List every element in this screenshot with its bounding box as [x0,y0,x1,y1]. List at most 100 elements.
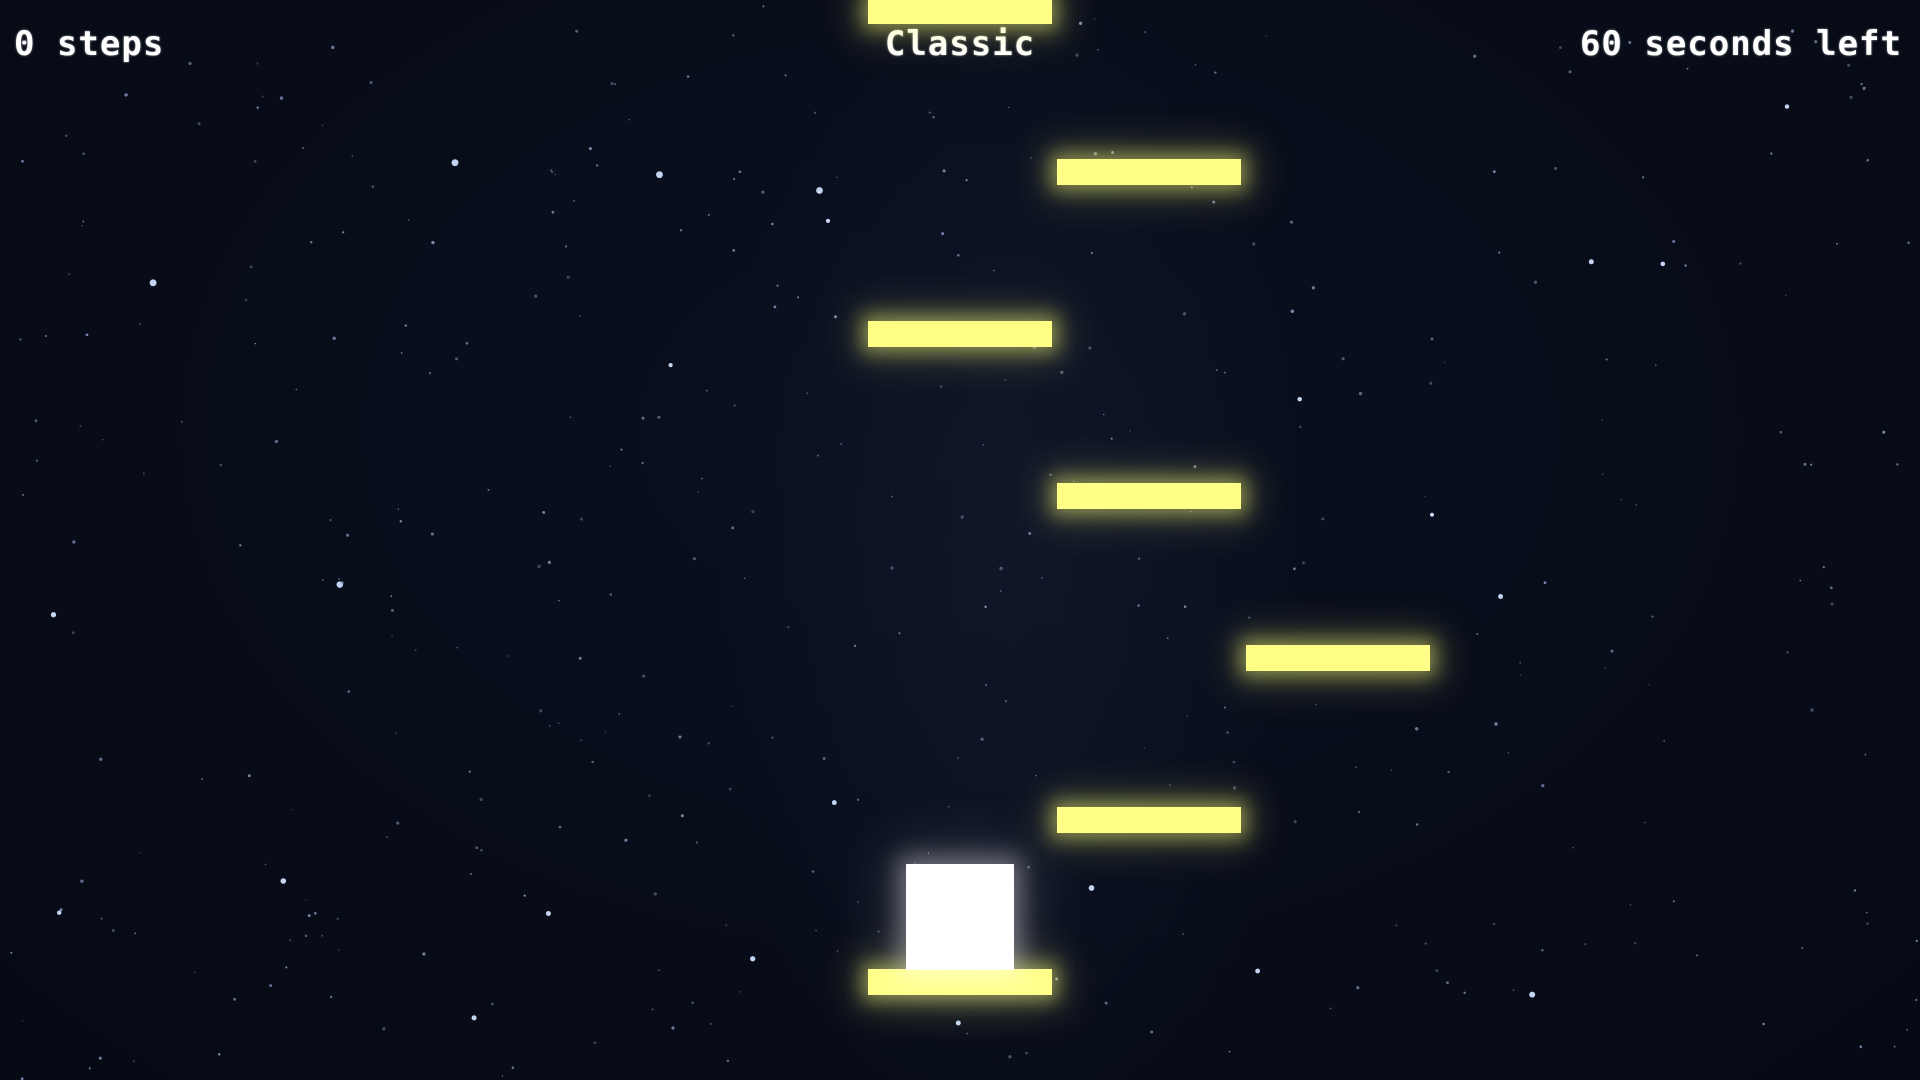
star [50,612,57,618]
game-mode-label: Classic [884,24,1036,64]
star [1554,166,1558,170]
platform-step [868,321,1052,347]
star [371,185,375,188]
star [701,477,703,480]
star [1290,220,1293,224]
star [295,388,298,391]
star [1915,939,1918,943]
star [956,253,960,257]
star [618,713,620,715]
star [657,415,661,420]
star [992,269,995,272]
star [980,737,984,741]
star [80,879,84,883]
star [1341,357,1345,361]
star [1093,152,1098,156]
star [1907,241,1910,244]
star [1354,766,1357,769]
star [1533,280,1538,284]
star [692,557,696,561]
star [201,778,203,780]
star [310,241,313,244]
star [648,794,651,798]
star [304,934,308,938]
star [431,240,435,245]
star [340,581,344,585]
star [133,1060,135,1063]
star [321,124,324,127]
star [739,991,741,993]
star [399,520,403,523]
star [408,219,410,221]
star [1073,480,1075,482]
star [1255,968,1260,974]
star [1572,847,1574,849]
star [1232,760,1236,764]
star [732,249,736,252]
star [928,111,931,114]
star [1060,370,1064,375]
star [542,510,546,514]
star [1223,706,1226,709]
star [671,1026,675,1030]
star [641,416,645,420]
star [1088,885,1095,891]
star [1358,811,1361,814]
star [1602,473,1604,476]
star [285,966,288,969]
star [1104,1001,1108,1005]
star [1329,1007,1332,1010]
star [725,924,727,926]
star [1097,48,1099,51]
star [738,170,742,174]
star [188,61,192,66]
game-canvas[interactable]: 0 steps Classic 60 seconds left [0,0,1920,1080]
star [1193,465,1197,469]
star [1004,379,1006,381]
star [79,425,82,427]
star [1110,437,1113,440]
star [422,952,426,956]
star [815,929,817,932]
star [1035,774,1037,777]
star [706,389,708,392]
star [254,342,257,345]
star [1605,358,1608,361]
star [342,231,345,234]
star [465,341,469,345]
star [180,420,183,423]
star [329,518,332,522]
star [101,438,104,441]
star [1429,381,1433,385]
star [475,846,479,850]
star [547,560,552,565]
star [1588,259,1594,265]
star [1810,463,1813,466]
star [249,265,253,269]
star [21,159,24,163]
star [1512,989,1515,992]
star [773,305,777,309]
star [313,911,317,915]
star [1799,579,1802,582]
star [1223,371,1226,374]
star [573,200,575,202]
star [1651,615,1654,618]
star [1859,1045,1863,1049]
star [1801,947,1804,949]
star [56,910,62,915]
star [966,1032,969,1035]
star [628,119,630,121]
star [695,841,698,844]
star [877,930,880,933]
platform-current [868,969,1052,995]
star [1663,739,1666,742]
star [194,971,196,974]
star [591,760,594,764]
star [813,111,816,114]
star [942,169,946,173]
star [1644,821,1646,824]
star [854,644,857,648]
star [580,739,582,741]
star [709,1023,712,1025]
